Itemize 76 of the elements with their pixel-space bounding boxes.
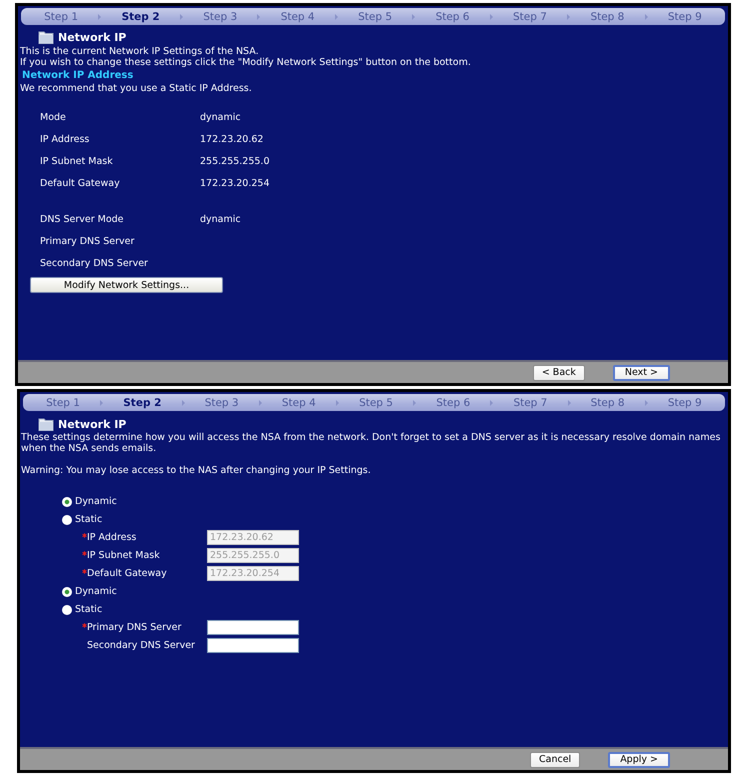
radio-label: Static [75,604,102,615]
note-text: We recommend that you use a Static IP Address. [20,83,253,94]
setting-label: Mode [40,112,67,122]
intro-text: This is the current Network IP Settings of the NSA. [20,46,260,57]
step-tab[interactable]: Step 9 [666,10,704,22]
step-separator-icon [258,400,262,406]
step-separator-icon [490,400,494,406]
step-separator-icon [180,14,183,20]
input-field[interactable] [207,638,299,653]
radio-label: Dynamic [75,496,117,507]
radio-button[interactable] [62,586,72,596]
modify-settings-button[interactable]: Modify Network Settings... [30,277,223,293]
setting-value: dynamic [200,112,241,122]
section-title: Network IP [58,30,126,44]
folder-icon [38,417,54,431]
step-separator-icon [644,14,648,20]
setting-label: Primary DNS Server [40,236,136,246]
step-separator-icon [336,400,339,406]
step-tab[interactable]: Step 1 [44,396,82,408]
setting-value: dynamic [200,214,241,224]
step-tab[interactable]: Step 4 [278,10,317,22]
intro-text: If you wish to change these settings click the "Modify Network Settings" button on the bottom. [20,57,472,68]
radio-button[interactable] [62,514,72,524]
radio-label: Dynamic [75,586,117,597]
step-separator-icon [257,14,260,20]
step-separator-icon [413,400,416,406]
step-tab[interactable]: Step 8 [588,396,627,408]
field-label: Secondary DNS Server [87,640,196,651]
step-tab[interactable]: Step 7 [511,10,549,22]
field-label: Default Gateway [87,568,168,579]
field-label: IP Subnet Mask [87,550,161,561]
step-tab[interactable]: Step 6 [434,396,472,408]
radio-label: Static [75,514,102,525]
field-label: Primary DNS Server [87,622,182,633]
radio-button[interactable] [62,496,72,506]
step-tab[interactable]: Step 2 [121,396,164,408]
setting-value: 172.23.20.62 [200,134,264,144]
setting-label: Default Gateway [40,178,121,188]
wizard-button[interactable]: Apply > [608,752,670,768]
setting-value: 172.23.20.254 [200,178,270,188]
step-separator-icon [334,14,338,20]
step-tab[interactable]: Step 4 [280,396,318,408]
step-tab[interactable]: Step 3 [202,396,241,408]
step-separator-icon [182,400,185,406]
warning-text: Warning: You may lose access to the NAS after changing your IP Settings. [21,465,372,476]
step-tab[interactable]: Step 5 [356,10,394,22]
wizard-button[interactable]: < Back [532,364,585,380]
radio-button[interactable] [62,604,72,614]
step-tab[interactable]: Step 2 [120,10,162,22]
intro-text: These settings determine how you will access the NSA from the network. Don't forget to set a DNS server as it is necessary resolve domain names when the NSA sends emails. [21,432,722,454]
step-separator-icon [567,14,570,20]
step-tab[interactable]: Step 6 [434,10,472,22]
step-separator-icon [98,14,102,20]
setting-label: IP Address [40,134,90,144]
step-separator-icon [644,400,648,406]
setting-label: Secondary DNS Server [40,258,149,268]
step-tab[interactable]: Step 3 [201,10,240,22]
step-tab[interactable]: Step 8 [588,10,626,22]
step-tab[interactable]: Step 5 [357,396,395,408]
step-separator-icon [568,400,570,406]
section-title: Network IP [58,418,126,430]
setting-value: 255.255.255.0 [200,156,270,166]
folder-icon [38,30,54,44]
step-tab[interactable]: Step 1 [42,10,80,22]
input-field[interactable] [207,620,299,635]
step-separator-icon [490,14,493,20]
setting-label: DNS Server Mode [40,214,125,224]
setting-label: IP Subnet Mask [40,156,114,166]
wizard-button[interactable]: Next > [612,364,670,380]
wizard-button[interactable]: Cancel [530,752,580,768]
subsection-heading: Network IP Address [22,69,134,83]
step-separator-icon [412,14,416,20]
step-tab[interactable]: Step 9 [666,396,704,408]
step-separator-icon [100,400,104,406]
field-label: IP Address [87,532,138,543]
step-tab[interactable]: Step 7 [511,396,550,408]
